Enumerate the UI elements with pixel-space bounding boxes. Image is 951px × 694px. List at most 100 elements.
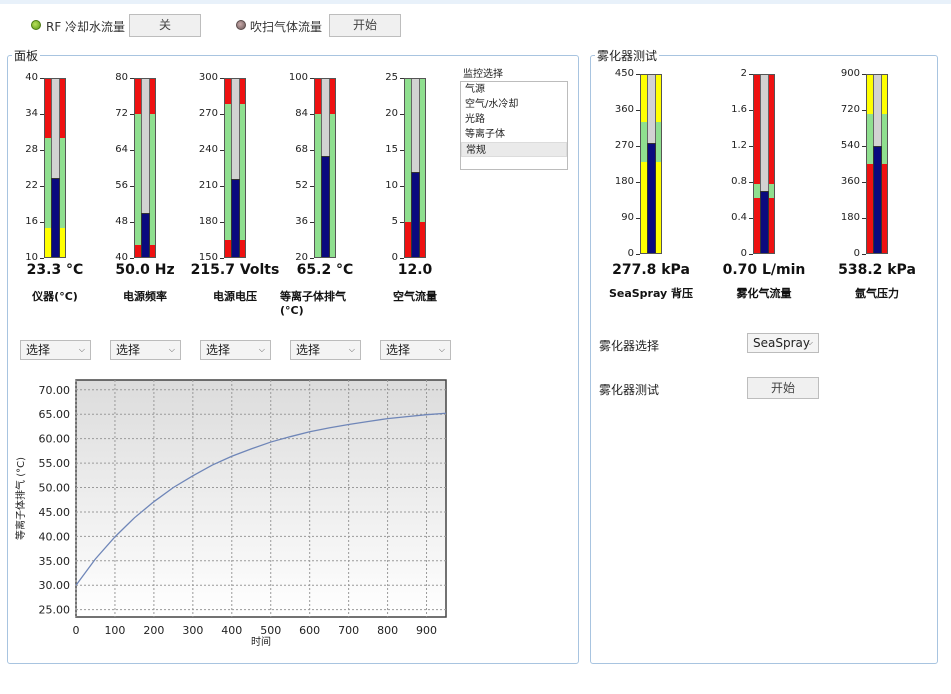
gauge-tick-label: 450 bbox=[614, 68, 634, 79]
gauge-select[interactable]: 选择 ⌵ bbox=[380, 340, 451, 360]
y-tick-label: 45.00 bbox=[39, 506, 71, 519]
y-tick-label: 35.00 bbox=[39, 555, 71, 568]
nebulizer-select[interactable]: SeaSpray ⌵ bbox=[747, 333, 819, 353]
gauge-tick-label: 300 bbox=[198, 72, 218, 83]
gauge-tick-label: 36 bbox=[295, 216, 308, 227]
chevron-down-icon: ⌵ bbox=[348, 345, 355, 354]
monitor-list-item[interactable]: 空气/水冷却 bbox=[461, 97, 567, 112]
gauge-tick-label: 0 bbox=[740, 248, 747, 259]
y-tick-label: 55.00 bbox=[39, 457, 71, 470]
monitor-list-item[interactable]: 气源 bbox=[461, 82, 567, 97]
gauge-tick bbox=[310, 258, 314, 259]
gauge-tick bbox=[400, 258, 404, 259]
gauge-tick-label: 0 bbox=[853, 248, 860, 259]
monitor-list-item[interactable]: 等离子体 bbox=[461, 127, 567, 142]
gauge-tick-label: 0.8 bbox=[731, 176, 747, 187]
gauge-value: 0.70 L/min bbox=[722, 262, 806, 278]
gauge-tick-label: 20 bbox=[385, 108, 398, 119]
purge-status-dot bbox=[236, 20, 246, 30]
gauge-tick bbox=[130, 258, 134, 259]
gauge-tick-label: 100 bbox=[288, 72, 308, 83]
x-tick-label: 0 bbox=[73, 624, 80, 637]
y-tick-label: 30.00 bbox=[39, 579, 71, 592]
plasma-exhaust-chart: 0 100 200 300 400 500 600 700 800 900 25.00 30.00 35… bbox=[14, 379, 447, 648]
gauge-value: 50.0 Hz bbox=[115, 262, 175, 278]
gauge-frame bbox=[753, 74, 775, 254]
gauge-name: 电源电压 bbox=[213, 290, 257, 303]
gauge-tick bbox=[749, 254, 753, 255]
nebulizer-test-button[interactable]: 开始 bbox=[747, 377, 819, 399]
gauge-tick-label: 180 bbox=[198, 216, 218, 227]
gauge-frame bbox=[314, 78, 336, 258]
gauge-select-value: 选择 bbox=[116, 343, 141, 357]
chevron-down-icon: ⌵ bbox=[438, 345, 445, 354]
panel-title: 面板 bbox=[12, 47, 41, 64]
purge-gas-label: 吹扫气体流量 bbox=[250, 20, 323, 34]
gauge-tick-label: 84 bbox=[295, 108, 308, 119]
rf-status-dot bbox=[31, 20, 41, 30]
gauge-name: 氩气压力 bbox=[855, 287, 899, 300]
nebulizer-title: 雾化器测试 bbox=[595, 47, 660, 64]
gauge-name: 等离子体排气 (°C) bbox=[280, 290, 346, 317]
gauge-name: 雾化气流量 bbox=[736, 287, 792, 300]
gauge-value: 23.3 °C bbox=[26, 262, 84, 278]
gauge-name: 仪器(°C) bbox=[32, 290, 78, 303]
gauge-value: 277.8 kPa bbox=[612, 262, 690, 278]
gauge-tick-label: 64 bbox=[115, 144, 128, 155]
chevron-down-icon: ⌵ bbox=[258, 345, 265, 354]
x-tick-label: 300 bbox=[182, 624, 203, 637]
gauge-frame bbox=[134, 78, 156, 258]
gauge-tick-label: 210 bbox=[198, 180, 218, 191]
gauge-tick-label: 0.4 bbox=[731, 212, 747, 223]
x-tick-label: 100 bbox=[104, 624, 125, 637]
gauge-select[interactable]: 选择 ⌵ bbox=[290, 340, 361, 360]
y-tick-label: 50.00 bbox=[39, 482, 71, 495]
x-tick-label: 600 bbox=[299, 624, 320, 637]
x-tick-label: 200 bbox=[143, 624, 164, 637]
gauge-tick-label: 52 bbox=[295, 180, 308, 191]
gauge-tick-label: 16 bbox=[25, 216, 38, 227]
gauge-tick-label: 270 bbox=[198, 108, 218, 119]
rf-cooling-label: RF 冷却水流量 bbox=[46, 20, 126, 34]
gauge-tick bbox=[862, 254, 866, 255]
gauge-tick-label: 34 bbox=[25, 108, 38, 119]
gauge-select[interactable]: 选择 ⌵ bbox=[20, 340, 91, 360]
gauge-value: 65.2 °C bbox=[296, 262, 354, 278]
monitor-list-item[interactable]: 常规 bbox=[461, 142, 567, 157]
gauge-tick-label: 240 bbox=[198, 144, 218, 155]
y-tick-label: 60.00 bbox=[39, 433, 71, 446]
rf-cooling-button[interactable]: 关 bbox=[129, 14, 201, 37]
monitor-listbox[interactable]: 气源 空气/水冷却 光路 等离子体 常规 bbox=[460, 81, 568, 170]
gauge-frame bbox=[640, 74, 662, 254]
gauge-tick-label: 25 bbox=[385, 72, 398, 83]
gauge-select[interactable]: 选择 ⌵ bbox=[200, 340, 271, 360]
gauge-tick-label: 40 bbox=[25, 72, 38, 83]
gauge-tick-label: 48 bbox=[115, 216, 128, 227]
purge-gas-button[interactable]: 开始 bbox=[329, 14, 401, 37]
y-tick-label: 40.00 bbox=[39, 530, 71, 543]
chevron-down-icon: ⌵ bbox=[78, 345, 85, 354]
monitor-list-item[interactable]: 光路 bbox=[461, 112, 567, 127]
gauge-frame bbox=[866, 74, 888, 254]
chevron-down-icon: ⌵ bbox=[806, 338, 813, 347]
gauge-select[interactable]: 选择 ⌵ bbox=[110, 340, 181, 360]
gauge-select-value: 选择 bbox=[296, 343, 321, 357]
gauge-tick-label: 360 bbox=[614, 104, 634, 115]
gauge-tick-label: 90 bbox=[621, 212, 634, 223]
gauge-tick-label: 0 bbox=[627, 248, 634, 259]
gauge-frame bbox=[224, 78, 246, 258]
monitor-select-label: 监控选择 bbox=[463, 69, 503, 80]
x-tick-label: 900 bbox=[416, 624, 437, 637]
x-tick-label: 500 bbox=[260, 624, 281, 637]
gauge-tick-label: 68 bbox=[295, 144, 308, 155]
nebulizer-select-label: 雾化器选择 bbox=[599, 339, 660, 353]
gauge-value: 12.0 bbox=[397, 262, 433, 278]
gauge-select-value: 选择 bbox=[206, 343, 231, 357]
y-axis-label: 等离子体排气 (°C) bbox=[14, 457, 27, 540]
gauge-tick-label: 80 bbox=[115, 72, 128, 83]
y-tick-label: 65.00 bbox=[39, 408, 71, 421]
chevron-down-icon: ⌵ bbox=[168, 345, 175, 354]
gauge-name: 空气流量 bbox=[393, 290, 437, 303]
gauge-tick-label: 180 bbox=[840, 212, 860, 223]
gauge-tick-label: 10 bbox=[385, 180, 398, 191]
